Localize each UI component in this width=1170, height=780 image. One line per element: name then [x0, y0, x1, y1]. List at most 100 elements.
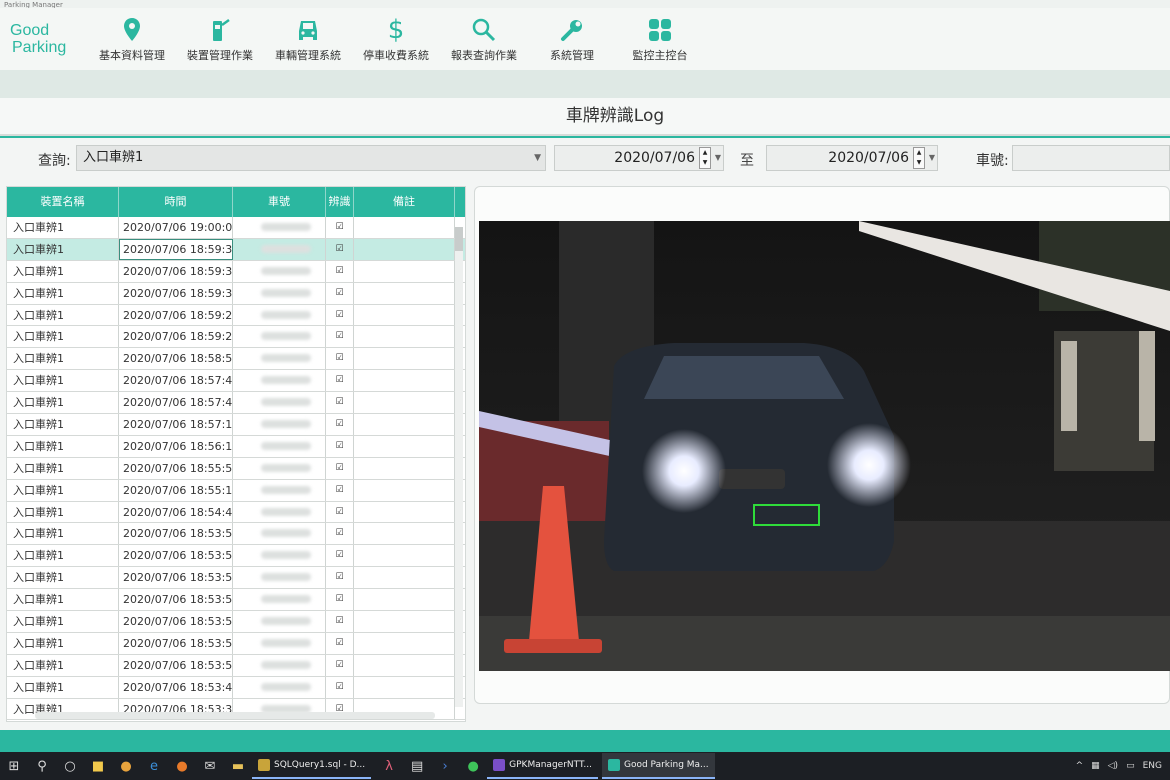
nav-item-vehicle-management[interactable]: 車輛管理系統 — [264, 10, 352, 68]
table-row[interactable]: 入口車辨1 2020/07/06 19:00:09 ☑ — [7, 217, 465, 239]
table-row[interactable]: 入口車辨1 2020/07/06 18:53:55 ☑ — [7, 632, 465, 655]
nav-item-system-management[interactable]: 系統管理 — [528, 10, 616, 68]
nav-item-device-management[interactable]: 裝置管理作業 — [176, 10, 264, 68]
recognized-checkbox[interactable]: ☑ — [326, 217, 354, 238]
date-from-spinner[interactable]: ▲ ▼ — [699, 147, 711, 169]
table-row[interactable]: 入口車辨1 2020/07/06 18:59:34 ☑ — [7, 260, 465, 283]
cell-note — [354, 304, 455, 326]
recognized-checkbox[interactable]: ☑ — [326, 282, 354, 304]
date-from-field[interactable]: 2020/07/06 ▲ ▼ ▼ — [554, 145, 724, 171]
cell-device: 入口車辨1 — [7, 348, 119, 370]
toolbar-band — [0, 70, 1170, 98]
search-icon[interactable]: ⚲ — [28, 752, 56, 780]
recognized-checkbox[interactable]: ☑ — [326, 501, 354, 523]
header-time[interactable]: 時間 — [119, 187, 233, 217]
taskbar-app-sql[interactable]: SQLQuery1.sql - D... — [252, 753, 372, 779]
visual-studio-icon — [493, 759, 506, 771]
table-row[interactable]: 入口車辨1 2020/07/06 18:53:58 ☑ — [7, 523, 465, 546]
table-row[interactable]: 入口車辨1 2020/07/06 18:53:55 ☑ — [7, 654, 465, 677]
language-indicator[interactable]: ENG — [1143, 761, 1162, 771]
nav-item-monitor-console[interactable]: 監控主控台 — [616, 10, 704, 68]
taskbar-app-good-parking[interactable]: Good Parking Ma... — [601, 753, 715, 779]
grid-icon — [647, 15, 673, 45]
recognized-checkbox[interactable]: ☑ — [326, 414, 354, 435]
table-row[interactable]: 入口車辨1 2020/07/06 18:59:26 ☑ — [7, 304, 465, 327]
table-row[interactable]: 入口車辨1 2020/07/06 18:58:50 ☑ — [7, 348, 465, 371]
network-icon[interactable]: ▦ — [1091, 761, 1100, 771]
table-row[interactable]: 入口車辨1 2020/07/06 18:56:17 ☑ — [7, 435, 465, 458]
table-row[interactable]: 入口車辨1 2020/07/06 18:59:33 ☑ — [7, 282, 465, 305]
chrome-icon[interactable]: ● — [112, 752, 140, 780]
recognized-checkbox[interactable]: ☑ — [326, 589, 354, 611]
recognized-checkbox[interactable]: ☑ — [326, 238, 354, 260]
recognized-checkbox[interactable]: ☑ — [326, 260, 354, 282]
blurred-plate — [261, 463, 311, 472]
table-row[interactable]: 入口車辨1 2020/07/06 18:57:13 ☑ — [7, 414, 465, 436]
chevron-up-icon[interactable]: ^ — [1076, 761, 1084, 771]
blurred-plate — [261, 266, 311, 275]
task-view-icon[interactable]: ○ — [56, 752, 84, 780]
recognized-checkbox[interactable]: ☑ — [326, 392, 354, 414]
lambda-icon[interactable]: λ — [375, 752, 403, 780]
table-row[interactable]: 入口車辨1 2020/07/06 18:57:43 ☑ — [7, 370, 465, 393]
header-note[interactable]: 備註 — [354, 187, 455, 217]
taskbar-app-visual-studio[interactable]: GPKManagerNTT... — [487, 753, 598, 779]
table-row[interactable]: 入口車辨1 2020/07/06 18:53:58 ☑ — [7, 545, 465, 568]
horizontal-scrollbar[interactable] — [35, 712, 435, 719]
database-icon[interactable]: ▤ — [403, 752, 431, 780]
header-device[interactable]: 裝置名稱 — [7, 187, 119, 217]
table-row[interactable]: 入口車辨1 2020/07/06 18:59:35 ☑ — [7, 238, 465, 261]
mail-icon[interactable]: ✉ — [196, 752, 224, 780]
table-row[interactable]: 入口車辨1 2020/07/06 18:53:57 ☑ — [7, 589, 465, 612]
recognized-checkbox[interactable]: ☑ — [326, 326, 354, 348]
cell-time: 2020/07/06 18:56:17 — [119, 435, 233, 457]
recognized-checkbox[interactable]: ☑ — [326, 304, 354, 326]
recognized-checkbox[interactable]: ☑ — [326, 632, 354, 654]
table-row[interactable]: 入口車辨1 2020/07/06 18:59:20 ☑ — [7, 326, 465, 349]
table-row[interactable]: 入口車辨1 2020/07/06 18:54:49 ☑ — [7, 501, 465, 524]
nav-item-basic-data[interactable]: 基本資料管理 — [88, 10, 176, 68]
table-row[interactable]: 入口車辨1 2020/07/06 18:53:40 ☑ — [7, 676, 465, 699]
plate-input[interactable] — [1012, 145, 1170, 171]
file-explorer-icon[interactable]: ▬ — [224, 752, 252, 780]
recognized-checkbox[interactable]: ☑ — [326, 457, 354, 479]
date-to-field[interactable]: 2020/07/06 ▲ ▼ ▼ — [766, 145, 938, 171]
cell-note — [354, 501, 455, 523]
cell-plate-blurred — [233, 589, 326, 611]
chevron-down-icon[interactable]: ▼ — [715, 146, 721, 170]
recognized-checkbox[interactable]: ☑ — [326, 567, 354, 589]
recognized-checkbox[interactable]: ☑ — [326, 676, 354, 698]
table-row[interactable]: 入口車辨1 2020/07/06 18:53:57 ☑ — [7, 567, 465, 590]
firefox-icon[interactable]: ● — [168, 752, 196, 780]
recognized-checkbox[interactable]: ☑ — [326, 654, 354, 676]
recognized-checkbox[interactable]: ☑ — [326, 370, 354, 392]
windows-start-icon[interactable]: ⊞ — [0, 752, 28, 780]
nav-item-parking-fees[interactable]: $ 停車收費系統 — [352, 10, 440, 68]
edge-icon[interactable]: e — [140, 752, 168, 780]
battery-icon[interactable]: ▭ — [1126, 761, 1135, 771]
recognized-checkbox[interactable]: ☑ — [326, 545, 354, 567]
recognized-checkbox[interactable]: ☑ — [326, 348, 354, 370]
recognized-checkbox[interactable]: ☑ — [326, 479, 354, 501]
recognized-checkbox[interactable]: ☑ — [326, 435, 354, 457]
sticky-notes-icon[interactable]: ■ — [84, 752, 112, 780]
table-row[interactable]: 入口車辨1 2020/07/06 18:55:14 ☑ — [7, 479, 465, 502]
table-row[interactable]: 入口車辨1 2020/07/06 18:57:43 ☑ — [7, 392, 465, 415]
recognized-checkbox[interactable]: ☑ — [326, 611, 354, 632]
header-plate[interactable]: 車號 — [233, 187, 326, 217]
header-recognized[interactable]: 辨識 — [326, 187, 354, 217]
powershell-icon[interactable]: › — [431, 752, 459, 780]
date-to-spinner[interactable]: ▲ ▼ — [913, 147, 925, 169]
vertical-scrollbar[interactable] — [455, 227, 463, 707]
device-select[interactable]: 入口車辨1 ▼ — [76, 145, 546, 171]
recognized-checkbox[interactable]: ☑ — [326, 523, 354, 545]
chevron-down-icon[interactable]: ▼ — [929, 146, 935, 170]
nav-label: 基本資料管理 — [99, 49, 165, 62]
nav-item-report-query[interactable]: 報表查詢作業 — [440, 10, 528, 68]
volume-icon[interactable]: ◁) — [1108, 761, 1118, 771]
table-row[interactable]: 入口車辨1 2020/07/06 18:55:50 ☑ — [7, 457, 465, 480]
table-row[interactable]: 入口車辨1 2020/07/06 18:53:56 ☑ — [7, 611, 465, 633]
line-icon[interactable]: ● — [459, 752, 487, 780]
cell-plate-blurred — [233, 654, 326, 676]
scroll-thumb[interactable] — [455, 227, 463, 251]
